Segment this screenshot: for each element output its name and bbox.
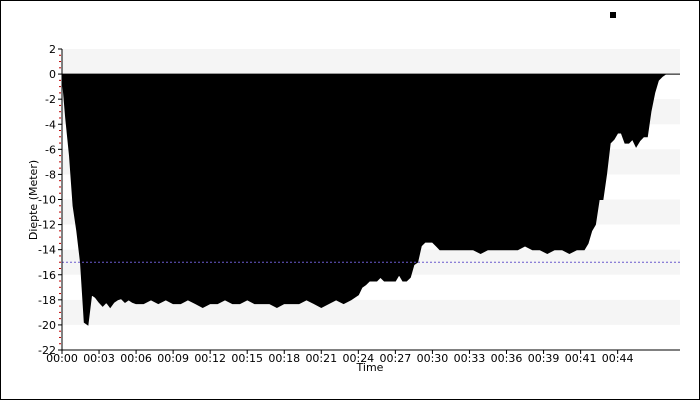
x-tick-label: 00:03 <box>83 352 115 365</box>
x-tick-label: 00:41 <box>565 352 597 365</box>
x-tick-label: 00:36 <box>491 352 523 365</box>
y-axis-title: Diepte (Meter) <box>27 160 40 240</box>
x-tick-label: 00:18 <box>268 352 300 365</box>
y-tick-label: -14 <box>38 244 56 257</box>
x-tick-label: 00:33 <box>454 352 486 365</box>
background-band <box>62 299 680 325</box>
y-tick-label: -6 <box>45 143 56 156</box>
y-tick-label: -2 <box>45 93 56 106</box>
x-tick-label: 00:21 <box>305 352 337 365</box>
depth-area-path <box>61 73 680 326</box>
x-tick-label: 00:30 <box>417 352 449 365</box>
x-axis-title: Time <box>356 361 384 374</box>
y-tick-label: -16 <box>38 269 56 282</box>
y-tick-label: -10 <box>38 194 56 207</box>
x-tick-label: 00:27 <box>380 352 412 365</box>
x-tick-label: 00:09 <box>157 352 189 365</box>
y-axis: 20-2-4-6-8-10-12-14-16-18-20-22 <box>38 43 63 357</box>
x-tick-label: 00:15 <box>231 352 263 365</box>
y-tick-label: -18 <box>38 294 56 307</box>
y-tick-label: -4 <box>45 118 56 131</box>
x-tick-label: 00:00 <box>46 352 78 365</box>
y-tick-label: -20 <box>38 319 56 332</box>
x-tick-label: 00:06 <box>120 352 152 365</box>
dive-depth-chart: 20-2-4-6-8-10-12-14-16-18-20-22 00:00 00:… <box>27 12 680 374</box>
depth-area <box>61 73 680 326</box>
x-tick-label: 00:39 <box>528 352 560 365</box>
y-tick-label: 2 <box>49 43 56 56</box>
background-band <box>62 49 680 75</box>
legend-marker <box>610 12 616 18</box>
y-tick-label: -12 <box>38 219 56 232</box>
x-tick-label: 00:12 <box>194 352 226 365</box>
y-tick-label: -8 <box>45 168 56 181</box>
y-tick-label: 0 <box>49 68 56 81</box>
x-tick-label: 00:44 <box>602 352 634 365</box>
